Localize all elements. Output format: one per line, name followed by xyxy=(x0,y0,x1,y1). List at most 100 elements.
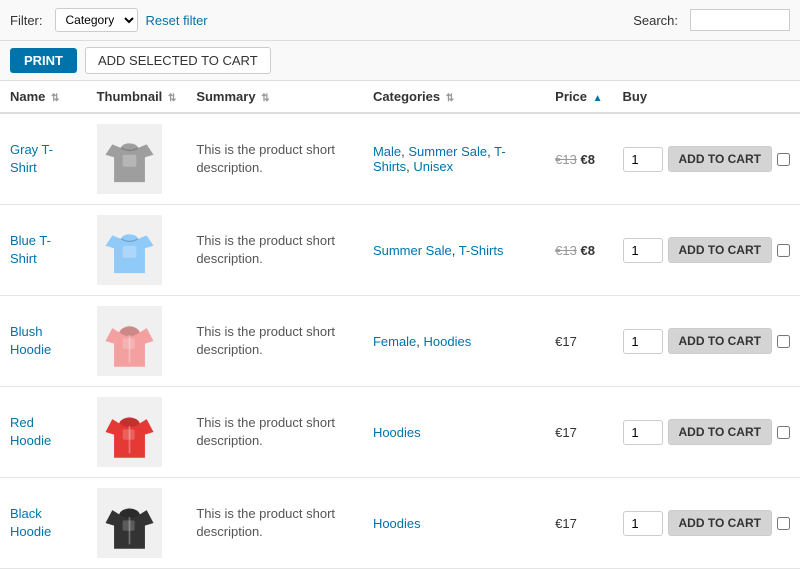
price-cell: €17 xyxy=(545,296,612,387)
summary-cell: This is the product short description. xyxy=(186,478,363,569)
category-link[interactable]: Summer Sale xyxy=(373,243,452,258)
table-row: Gray T-Shirt This is the product short de… xyxy=(0,113,800,205)
col-summary: Summary ⇅ xyxy=(186,81,363,113)
price-cell: €17 xyxy=(545,387,612,478)
category-link[interactable]: Unisex xyxy=(413,159,453,174)
product-name-link[interactable]: Gray T-Shirt xyxy=(10,142,53,175)
summary-cell: This is the product short description. xyxy=(186,113,363,205)
price-sort-icon[interactable]: ▲ xyxy=(593,93,603,104)
price-sale: €8 xyxy=(577,243,595,258)
buy-cell: ADD TO CART xyxy=(613,296,800,387)
category-select[interactable]: Category xyxy=(55,8,138,32)
thumbnail-cell xyxy=(87,205,187,296)
buy-cell: ADD TO CART xyxy=(613,387,800,478)
name-cell: Gray T-Shirt xyxy=(0,113,87,205)
quantity-input[interactable] xyxy=(623,420,663,445)
categories-cell: Hoodies xyxy=(363,478,545,569)
buy-cell: ADD TO CART xyxy=(613,478,800,569)
product-name-link[interactable]: Blue T-Shirt xyxy=(10,233,51,266)
add-to-cart-button[interactable]: ADD TO CART xyxy=(668,146,772,172)
table-row: Blue T-Shirt This is the product short de… xyxy=(0,205,800,296)
row-checkbox[interactable] xyxy=(777,335,790,348)
category-link[interactable]: Hoodies xyxy=(424,334,472,349)
quantity-input[interactable] xyxy=(623,511,663,536)
price-regular: €17 xyxy=(555,334,577,349)
price-original: €13 xyxy=(555,152,577,167)
summary-text: This is the product short description. xyxy=(196,506,335,539)
category-link[interactable]: Male xyxy=(373,144,401,159)
filter-bar: Filter: Category Reset filter Search: xyxy=(0,0,800,41)
product-thumbnail xyxy=(97,488,162,558)
categories-cell: Hoodies xyxy=(363,387,545,478)
price-cell: €17 xyxy=(545,478,612,569)
row-checkbox[interactable] xyxy=(777,244,790,257)
table-row: Black Hoodie This is the product short de… xyxy=(0,478,800,569)
add-to-cart-button[interactable]: ADD TO CART xyxy=(668,419,772,445)
col-buy: Buy xyxy=(613,81,800,113)
product-thumbnail xyxy=(97,306,162,376)
product-name-link[interactable]: Black Hoodie xyxy=(10,506,51,539)
name-sort-icon[interactable]: ⇅ xyxy=(51,93,59,104)
categories-sort-icon[interactable]: ⇅ xyxy=(446,93,454,104)
search-input[interactable] xyxy=(690,9,790,31)
category-link[interactable]: Female xyxy=(373,334,416,349)
add-selected-button[interactable]: ADD SELECTED TO CART xyxy=(85,47,271,74)
col-thumbnail: Thumbnail ⇅ xyxy=(87,81,187,113)
row-checkbox[interactable] xyxy=(777,426,790,439)
summary-cell: This is the product short description. xyxy=(186,387,363,478)
buy-cell: ADD TO CART xyxy=(613,205,800,296)
price-regular: €17 xyxy=(555,425,577,440)
price-original: €13 xyxy=(555,243,577,258)
category-link[interactable]: Summer Sale xyxy=(408,144,487,159)
search-label: Search: xyxy=(633,13,678,28)
name-cell: Red Hoodie xyxy=(0,387,87,478)
quantity-input[interactable] xyxy=(623,329,663,354)
summary-text: This is the product short description. xyxy=(196,233,335,266)
thumbnail-cell xyxy=(87,387,187,478)
product-name-link[interactable]: Blush Hoodie xyxy=(10,324,51,357)
categories-cell: Male, Summer Sale, T-Shirts, Unisex xyxy=(363,113,545,205)
action-bar: PRINT ADD SELECTED TO CART xyxy=(0,41,800,81)
category-link[interactable]: Hoodies xyxy=(373,516,421,531)
product-name-link[interactable]: Red Hoodie xyxy=(10,415,51,448)
row-checkbox[interactable] xyxy=(777,517,790,530)
summary-sort-icon[interactable]: ⇅ xyxy=(261,93,269,104)
add-to-cart-button[interactable]: ADD TO CART xyxy=(668,328,772,354)
filter-label: Filter: xyxy=(10,13,43,28)
quantity-input[interactable] xyxy=(623,147,663,172)
product-thumbnail xyxy=(97,397,162,467)
summary-cell: This is the product short description. xyxy=(186,296,363,387)
product-thumbnail xyxy=(97,124,162,194)
price-regular: €17 xyxy=(555,516,577,531)
row-checkbox[interactable] xyxy=(777,153,790,166)
name-cell: Blush Hoodie xyxy=(0,296,87,387)
buy-cell: ADD TO CART xyxy=(613,113,800,205)
category-link[interactable]: Hoodies xyxy=(373,425,421,440)
categories-cell: Summer Sale, T-Shirts xyxy=(363,205,545,296)
reset-filter-link[interactable]: Reset filter xyxy=(146,13,208,28)
quantity-input[interactable] xyxy=(623,238,663,263)
thumbnail-cell xyxy=(87,478,187,569)
add-to-cart-button[interactable]: ADD TO CART xyxy=(668,510,772,536)
price-sale: €8 xyxy=(577,152,595,167)
name-cell: Blue T-Shirt xyxy=(0,205,87,296)
thumbnail-sort-icon[interactable]: ⇅ xyxy=(168,93,176,104)
products-table: Name ⇅ Thumbnail ⇅ Summary ⇅ Categories … xyxy=(0,81,800,569)
price-cell: €13 €8 xyxy=(545,113,612,205)
summary-text: This is the product short description. xyxy=(196,324,335,357)
categories-cell: Female, Hoodies xyxy=(363,296,545,387)
summary-text: This is the product short description. xyxy=(196,415,335,448)
table-header-row: Name ⇅ Thumbnail ⇅ Summary ⇅ Categories … xyxy=(0,81,800,113)
table-row: Red Hoodie This is the product short desc… xyxy=(0,387,800,478)
add-to-cart-button[interactable]: ADD TO CART xyxy=(668,237,772,263)
summary-text: This is the product short description. xyxy=(196,142,335,175)
price-cell: €13 €8 xyxy=(545,205,612,296)
col-price: Price ▲ xyxy=(545,81,612,113)
col-name: Name ⇅ xyxy=(0,81,87,113)
print-button[interactable]: PRINT xyxy=(10,48,77,73)
name-cell: Black Hoodie xyxy=(0,478,87,569)
thumbnail-cell xyxy=(87,113,187,205)
category-link[interactable]: T-Shirts xyxy=(459,243,504,258)
summary-cell: This is the product short description. xyxy=(186,205,363,296)
table-row: Blush Hoodie This is the product short de… xyxy=(0,296,800,387)
